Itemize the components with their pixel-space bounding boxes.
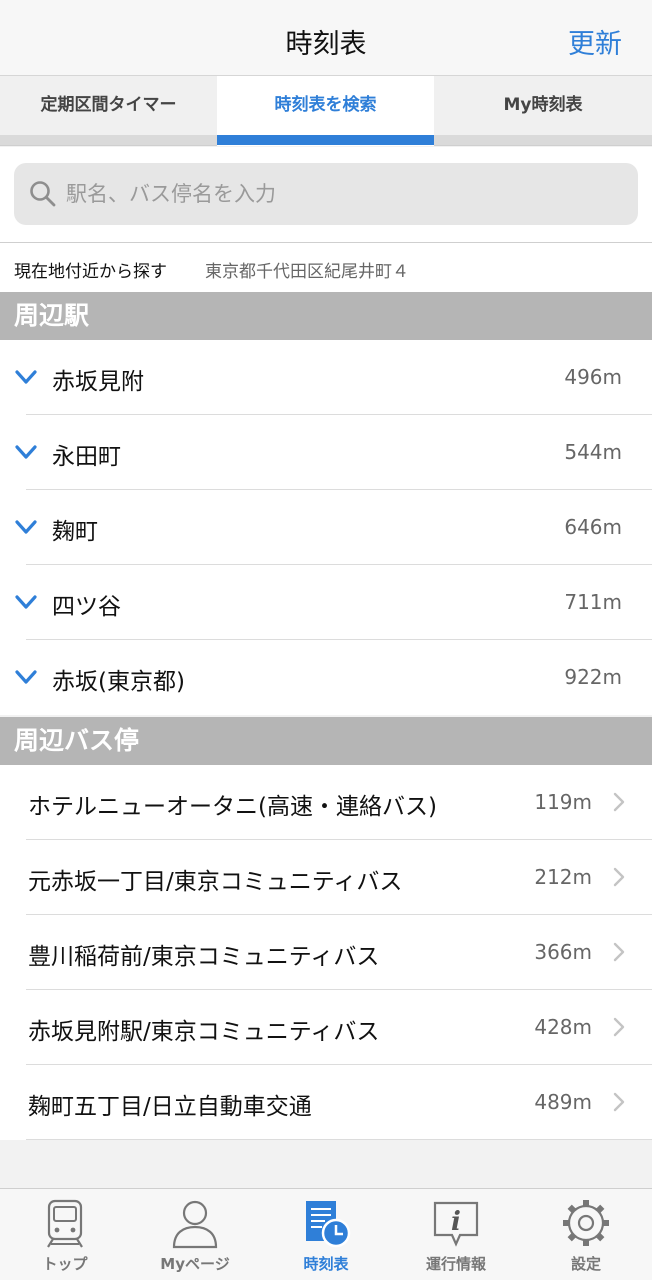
bus-stop-row[interactable]: 麹町五丁目/日立自動車交通 489m xyxy=(0,1065,652,1140)
bus-stop-row[interactable]: 赤坂見附駅/東京コミュニティバス 428m xyxy=(0,990,652,1065)
tabbar-item-mypage[interactable]: Myページ xyxy=(130,1189,260,1280)
tabbar-item-service-info[interactable]: i 運行情報 xyxy=(391,1189,521,1280)
page-title: 時刻表 xyxy=(285,29,367,60)
train-icon xyxy=(47,1199,83,1248)
update-button[interactable]: 更新 xyxy=(568,22,622,61)
tab-label: 運行情報 xyxy=(425,1255,486,1273)
station-name: 四ツ谷 xyxy=(52,594,121,620)
bus-stop-name: 麹町五丁目/日立自動車交通 xyxy=(28,1094,312,1120)
chevron-right-icon xyxy=(613,867,625,887)
chevron-right-icon xyxy=(613,792,625,812)
chevron-down-icon xyxy=(15,370,37,384)
search-input[interactable] xyxy=(66,171,626,217)
chevron-down-icon xyxy=(15,670,37,684)
bus-stop-name: 豊川稲荷前/東京コミュニティバス xyxy=(28,944,380,970)
bus-stop-distance: 428m xyxy=(534,1015,592,1039)
bus-stop-list: ホテルニューオータニ(高速・連絡バス) 119m 元赤坂一丁目/東京コミュニティ… xyxy=(0,765,652,1140)
gear-icon xyxy=(563,1200,609,1246)
bus-stop-distance: 119m xyxy=(534,790,592,814)
section-header-stations: 周辺駅 xyxy=(0,292,652,340)
station-row[interactable]: 赤坂見附 496m xyxy=(0,340,652,415)
tab-my-timetable[interactable]: My時刻表 xyxy=(434,76,652,146)
chevron-right-icon xyxy=(613,1017,625,1037)
current-location-row[interactable]: 現在地付近から探す 東京都千代田区紀尾井町４ xyxy=(0,243,652,292)
row-divider xyxy=(26,1139,652,1140)
tab-bar: トップ Myページ 時刻表 i 運行情報 設定 xyxy=(0,1188,652,1280)
tab-label: 時刻表 xyxy=(303,1255,349,1273)
bus-stop-distance: 366m xyxy=(534,940,592,964)
person-icon xyxy=(172,1200,218,1249)
search-icon xyxy=(30,181,56,207)
station-name: 永田町 xyxy=(52,444,121,470)
timetable-icon xyxy=(306,1201,351,1248)
tab-label: Myページ xyxy=(160,1255,230,1273)
segment-control: 定期区間タイマー 時刻表を検索 My時刻表 xyxy=(0,76,652,146)
tab-commute-timer[interactable]: 定期区間タイマー xyxy=(0,76,217,146)
station-list: 赤坂見附 496m 永田町 544m 麹町 646m 四ツ谷 711m 赤坂(東… xyxy=(0,340,652,715)
bus-stop-name: 赤坂見附駅/東京コミュニティバス xyxy=(28,1019,380,1045)
station-distance: 496m xyxy=(564,365,622,389)
bus-stop-name: ホテルニューオータニ(高速・連絡バス) xyxy=(28,794,437,820)
station-distance: 646m xyxy=(564,515,622,539)
bus-stop-row[interactable]: ホテルニューオータニ(高速・連絡バス) 119m xyxy=(0,765,652,840)
bus-stop-distance: 212m xyxy=(534,865,592,889)
station-row[interactable]: 赤坂(東京都) 922m xyxy=(0,640,652,715)
tab-label: トップ xyxy=(42,1255,88,1273)
tab-label: 設定 xyxy=(570,1255,601,1273)
bus-stop-row[interactable]: 豊川稲荷前/東京コミュニティバス 366m xyxy=(0,915,652,990)
location-label: 現在地付近から探す xyxy=(14,262,167,282)
info-icon: i xyxy=(433,1201,479,1247)
chevron-right-icon xyxy=(613,942,625,962)
tabbar-item-settings[interactable]: 設定 xyxy=(521,1189,651,1280)
station-name: 赤坂見附 xyxy=(52,369,144,395)
selected-tab-indicator xyxy=(217,135,434,145)
station-name: 麹町 xyxy=(52,519,98,545)
station-row[interactable]: 麹町 646m xyxy=(0,490,652,565)
tabbar-item-top[interactable]: トップ xyxy=(0,1189,130,1280)
bus-stop-distance: 489m xyxy=(534,1090,592,1114)
station-distance: 544m xyxy=(564,440,622,464)
search-bar xyxy=(0,147,652,243)
search-box[interactable] xyxy=(14,163,638,225)
station-name: 赤坂(東京都) xyxy=(52,669,185,695)
station-distance: 711m xyxy=(564,590,622,614)
svg-text:i: i xyxy=(451,1207,461,1237)
chevron-down-icon xyxy=(15,520,37,534)
section-header-bus-stops: 周辺バス停 xyxy=(0,717,652,765)
chevron-right-icon xyxy=(613,1092,625,1112)
station-row[interactable]: 永田町 544m xyxy=(0,415,652,490)
nav-bar: 時刻表 更新 xyxy=(0,0,652,76)
tabbar-item-timetable[interactable]: 時刻表 xyxy=(261,1189,391,1280)
bus-stop-name: 元赤坂一丁目/東京コミュニティバス xyxy=(28,869,403,895)
chevron-down-icon xyxy=(15,445,37,459)
station-distance: 922m xyxy=(564,665,622,689)
bus-stop-row[interactable]: 元赤坂一丁目/東京コミュニティバス 212m xyxy=(0,840,652,915)
station-row[interactable]: 四ツ谷 711m xyxy=(0,565,652,640)
chevron-down-icon xyxy=(15,595,37,609)
location-address: 東京都千代田区紀尾井町４ xyxy=(205,262,409,282)
